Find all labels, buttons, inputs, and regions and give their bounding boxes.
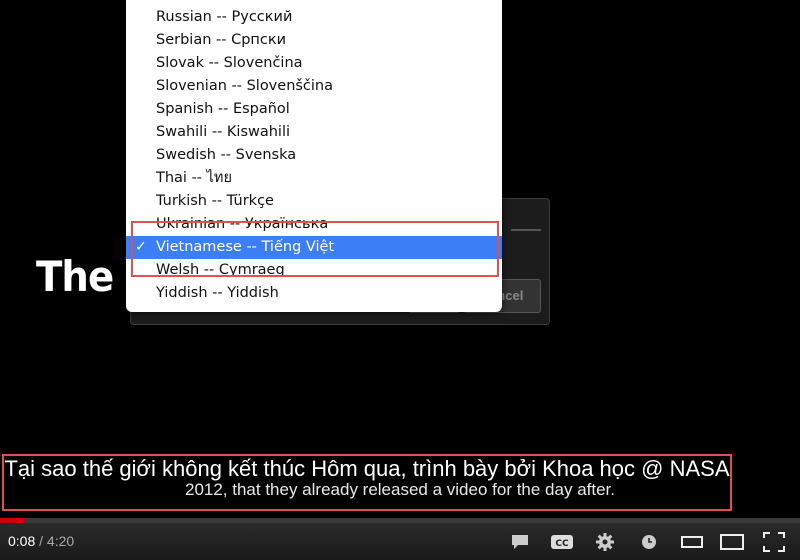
language-option-label: Serbian -- Српски: [156, 32, 287, 48]
language-option-label: Yiddish -- Yiddish: [156, 285, 279, 301]
language-option[interactable]: Thai -- ไทย: [126, 167, 502, 190]
player-controls: 0:08 / 4:20 CC: [0, 523, 800, 560]
clock-icon[interactable]: [639, 531, 659, 553]
language-option[interactable]: Slovenian -- Slovenščina: [126, 75, 502, 98]
language-option-label: Slovak -- Slovenčina: [156, 55, 303, 71]
language-option-label: Swedish -- Svenska: [156, 147, 297, 163]
language-option[interactable]: Turkish -- Türkçe: [126, 190, 502, 213]
language-option[interactable]: Slovak -- Slovenčina: [126, 52, 502, 75]
language-option[interactable]: Swedish -- Svenska: [126, 144, 502, 167]
svg-text:CC: CC: [555, 539, 569, 549]
time-display: 0:08 / 4:20: [8, 533, 74, 549]
language-option-label: Spanish -- Español: [156, 101, 290, 117]
language-option[interactable]: Yiddish -- Yiddish: [126, 282, 502, 305]
selection-highlight-box: [131, 221, 499, 277]
duration: 4:20: [46, 533, 75, 549]
language-option[interactable]: Russian -- Русский: [126, 6, 502, 29]
language-option-label: Romanian -- Română: [156, 0, 308, 2]
captions-icon[interactable]: [509, 531, 531, 553]
current-time: 0:08: [8, 533, 36, 549]
small-player-icon[interactable]: [678, 531, 706, 553]
language-option-label: Swahili -- Kiswahili: [156, 124, 291, 140]
language-option-label: Russian -- Русский: [156, 9, 293, 25]
language-option[interactable]: Swahili -- Kiswahili: [126, 121, 502, 144]
fullscreen-icon[interactable]: [760, 531, 788, 553]
subtitle-highlight-box: [2, 454, 732, 511]
video-area[interactable]: The W erday OK Cancel Romanian -- Română…: [0, 0, 800, 518]
language-option[interactable]: Serbian -- Српски: [126, 29, 502, 52]
time-separator: /: [35, 533, 47, 549]
large-player-icon[interactable]: [718, 531, 746, 553]
cc-icon[interactable]: CC: [549, 531, 575, 553]
language-option-label: Thai -- ไทย: [156, 170, 232, 186]
language-option[interactable]: Spanish -- Español: [126, 98, 502, 121]
dialog-divider: [511, 229, 541, 231]
language-option-label: Turkish -- Türkçe: [156, 193, 274, 209]
gear-icon[interactable]: [594, 531, 616, 553]
language-option-label: Slovenian -- Slovenščina: [156, 78, 334, 94]
